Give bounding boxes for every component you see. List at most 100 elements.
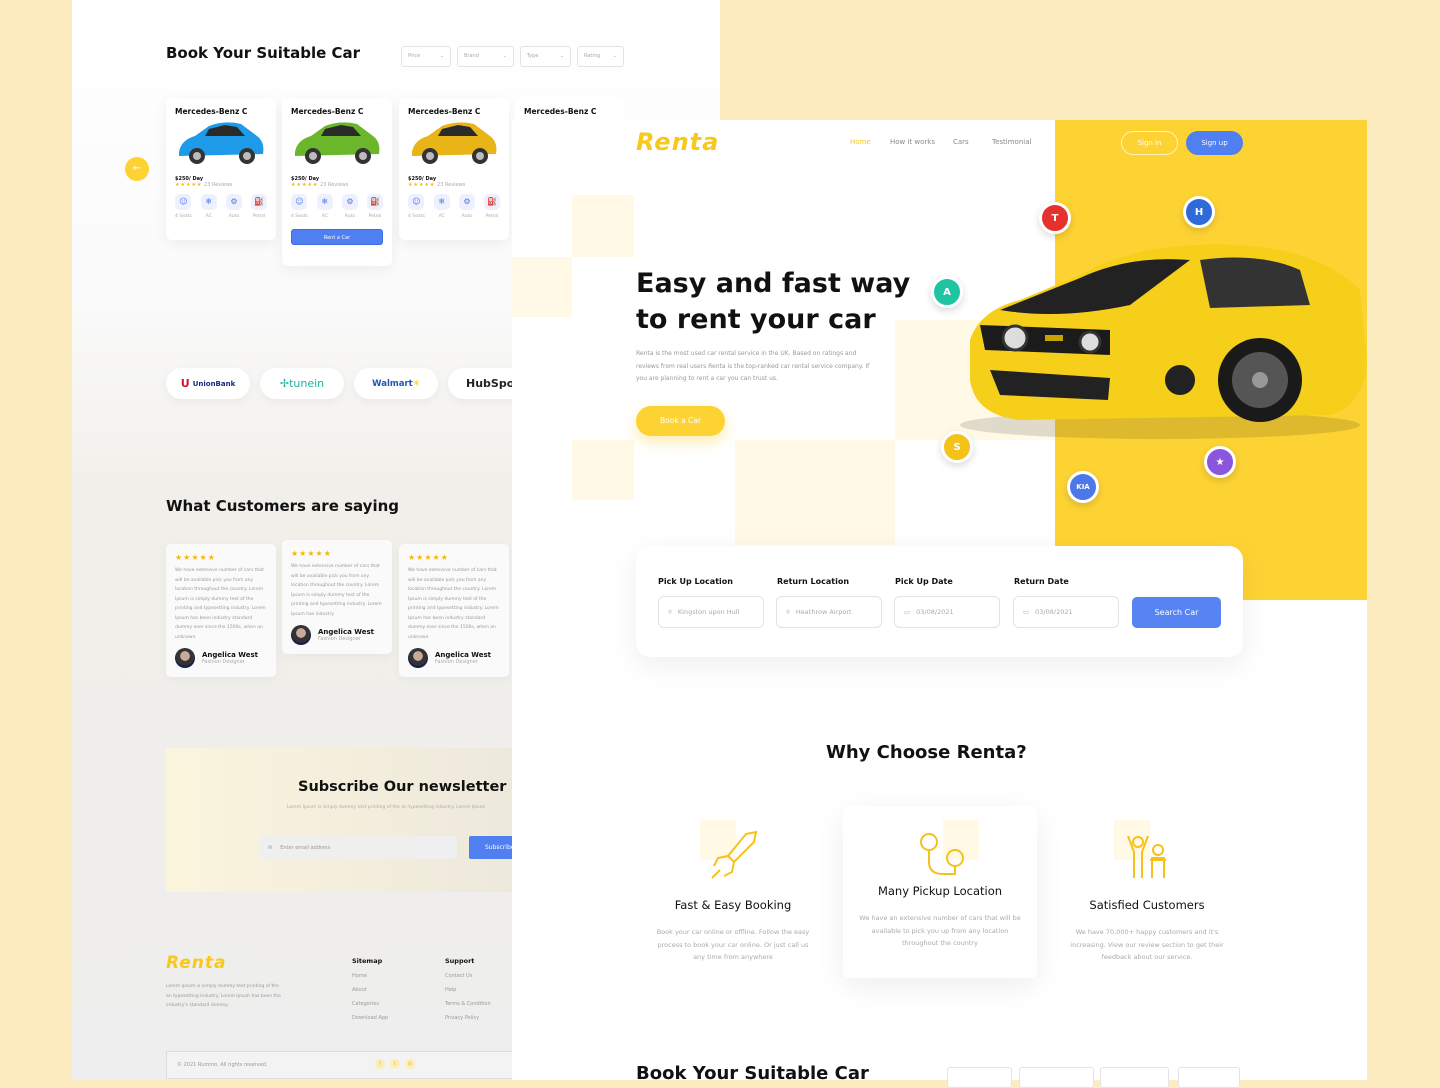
feature-0: ☺ 4 Seats	[175, 194, 192, 219]
book-a-car-button[interactable]: Book a Car	[636, 406, 725, 436]
feature-3: ⛽ Petrol	[366, 194, 383, 219]
partner-logo-unionbank: U UnionBank	[166, 368, 250, 399]
hero-description: Renta is the most used car rental servic…	[636, 350, 870, 382]
testimonials-title: What Customers are saying	[166, 497, 400, 515]
testimonial-card: ★★★★★ We have extensive number of cars t…	[399, 544, 509, 677]
instagram-icon[interactable]: ◎	[405, 1059, 415, 1069]
newsletter-email-input[interactable]: ✉ Enter email address	[260, 836, 457, 859]
rating-stars: ★★★★★	[408, 182, 436, 188]
copyright: © 2021 Rummo. All rights reserved.	[177, 1062, 268, 1068]
map-pin-icon	[920, 833, 964, 875]
section-title: Book Your Suitable Car	[166, 44, 361, 62]
feature-2: ⚙ Auto	[458, 194, 475, 219]
feature-icon: ⛽	[366, 194, 383, 210]
car-card[interactable]: Mercedes-Benz C $250/ Day ★★★★★ 23 Revie…	[282, 98, 392, 266]
return-location-label: Return Location	[777, 577, 850, 586]
rating-stars: ★★★★★	[408, 553, 449, 562]
pickup-date-label: Pick Up Date	[895, 577, 953, 586]
filter-brand[interactable]: Brand ⌄	[457, 46, 514, 67]
footer-link-help[interactable]: Help	[445, 987, 491, 993]
filter-type[interactable]: Type ⌄	[520, 46, 571, 67]
partner-logo-tunein: ✢ tunein	[260, 368, 344, 399]
rating-stars: ★★★★★	[175, 553, 216, 562]
pickup-location-input[interactable]: ⌾ Kingston upon Hull	[658, 596, 764, 628]
avatar	[291, 625, 311, 645]
return-date-input[interactable]: ▭ 03/08/2021	[1013, 596, 1119, 628]
footer-sitemap: Sitemap Home About Categories Download A…	[352, 957, 389, 1021]
filter-rating[interactable]	[1178, 1067, 1240, 1088]
feature-icon: ❄	[433, 194, 450, 210]
feature-0: ☺ 4 Seats	[291, 194, 308, 219]
mail-icon: ✉	[268, 844, 273, 851]
calendar-icon: ▭	[904, 608, 911, 616]
nav-home[interactable]: Home	[850, 138, 871, 146]
facebook-icon[interactable]: f	[375, 1059, 385, 1069]
chevron-down-icon: ⌄	[612, 53, 617, 59]
newsletter-subtitle: Lorem Ipsum is simply dummy text printin…	[287, 805, 486, 810]
filter-brand[interactable]	[1019, 1067, 1094, 1088]
car-card[interactable]: Mercedes-Benz C $250/ Day ★★★★★ 23 Revie…	[399, 98, 509, 240]
return-location-input[interactable]: ⌾ Heathrow Airport	[776, 596, 882, 628]
chevron-down-icon: ⌄	[439, 53, 444, 59]
people-icon	[1127, 835, 1166, 878]
footer-link-terms[interactable]: Terms & Condition	[445, 1001, 491, 1007]
why-title: Why Choose Renta?	[826, 742, 1027, 763]
sign-up-button[interactable]: Sign up	[1186, 131, 1243, 155]
footer-link-about[interactable]: About	[352, 987, 388, 993]
book-section-title: Book Your Suitable Car	[636, 1063, 869, 1084]
rating-stars: ★★★★★	[175, 182, 203, 188]
twitter-icon[interactable]: t	[390, 1059, 400, 1069]
map-pin-icon: ⌾	[668, 607, 672, 616]
chevron-down-icon: ⌄	[502, 53, 507, 59]
logo[interactable]: Renta	[636, 128, 719, 156]
footer-link-contact[interactable]: Contact Us	[445, 973, 491, 979]
nav-cars[interactable]: Cars	[953, 138, 969, 146]
feature-icon: ☺	[408, 194, 425, 210]
acura-logo-icon: A	[931, 276, 963, 308]
car-image	[179, 122, 264, 164]
filter-rating[interactable]: Rating ⌄	[577, 46, 624, 67]
feature-icon: ❄	[316, 194, 333, 210]
filter-price[interactable]	[947, 1067, 1012, 1088]
footer-logo: Renta	[166, 953, 227, 973]
nav-how-it-works[interactable]: How it works	[890, 138, 935, 146]
feature-card: Fast & Easy Booking Book your car online …	[636, 820, 830, 964]
filter-price[interactable]: Price ⌄	[401, 46, 451, 67]
footer-link-download[interactable]: Download App	[352, 1015, 388, 1021]
rocket-icon	[711, 830, 758, 879]
newsletter-section	[166, 748, 526, 892]
calendar-icon: ▭	[1023, 608, 1030, 616]
rent-a-car-button[interactable]: Rent a Car	[291, 229, 383, 245]
social-links: f t ◎	[375, 1059, 415, 1069]
pickup-location-label: Pick Up Location	[658, 577, 733, 586]
feature-icon: ⛽	[483, 194, 500, 210]
footer-link-privacy[interactable]: Privacy Policy	[445, 1015, 491, 1021]
search-car-button[interactable]: Search Car	[1132, 597, 1221, 628]
sign-in-button[interactable]: Sign in	[1121, 131, 1178, 155]
car-card[interactable]: Mercedes-Benz C $250/ Day ★★★★★ 23 Revie…	[166, 98, 276, 240]
feature-icon: ⚙	[341, 194, 358, 210]
hyundai-logo-icon: H	[1183, 196, 1215, 228]
car-image	[295, 122, 380, 164]
feature-icon: ☺	[291, 194, 308, 210]
feature-1: ❄ AC	[316, 194, 333, 219]
footer-link-home[interactable]: Home	[352, 973, 388, 979]
filter-type[interactable]	[1100, 1067, 1169, 1088]
newsletter-title: Subscribe Our newsletter	[298, 779, 507, 795]
footer-about: Lorem Ipsum is simply dummy text printin…	[166, 984, 281, 1008]
avatar	[175, 648, 195, 668]
rating-stars: ★★★★★	[291, 549, 332, 558]
footer-link-categories[interactable]: Categories	[352, 1001, 388, 1007]
map-pin-icon: ⌾	[786, 607, 790, 616]
car-image	[412, 122, 497, 164]
feature-icon: ⚙	[458, 194, 475, 210]
feature-2: ⚙ Auto	[225, 194, 242, 219]
feature-icon: ☺	[175, 194, 192, 210]
pickup-date-input[interactable]: ▭ 03/08/2021	[894, 596, 1000, 628]
partner-logo-walmart: Walmart ✳	[354, 368, 438, 399]
carousel-prev-button[interactable]: ←	[125, 157, 149, 181]
feature-1: ❄ AC	[433, 194, 450, 219]
feature-card: Satisfied Customers We have 70,000+ happy…	[1050, 820, 1244, 964]
testimonial-card: ★★★★★ We have extensive number of cars t…	[282, 540, 392, 654]
nav-testimonial[interactable]: Testimonial	[992, 138, 1031, 146]
